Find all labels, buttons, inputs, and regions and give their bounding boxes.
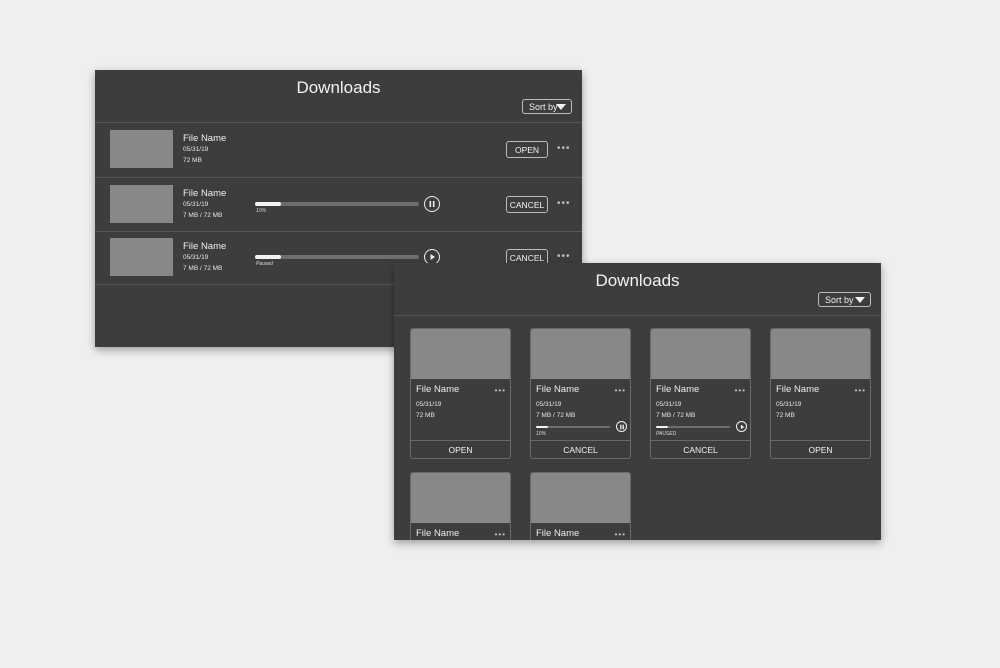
file-name: File Name — [536, 528, 580, 539]
file-date: 05/31/19 — [183, 146, 209, 153]
progress-bar — [656, 426, 730, 428]
download-card: File Name ••• 05/31/19 7 MB / 72 MB 10% … — [530, 328, 631, 459]
sort-by-button[interactable]: Sort by — [818, 292, 871, 307]
more-dots-icon[interactable]: ••• — [495, 531, 506, 539]
progress-label: 10% — [256, 208, 267, 214]
file-name: File Name — [416, 528, 460, 539]
sort-by-button[interactable]: Sort by — [522, 99, 572, 114]
list-item: File Name 05/31/19 72 MB OPEN ••• — [95, 123, 582, 177]
more-dots-icon[interactable]: ••• — [735, 387, 746, 395]
download-card: File Name ••• 05/31/19 72 MB OPEN — [770, 328, 871, 459]
download-card: File Name ••• — [530, 472, 631, 540]
open-button[interactable]: OPEN — [411, 440, 510, 458]
more-dots-icon[interactable]: ••• — [557, 252, 571, 262]
more-dots-icon[interactable]: ••• — [855, 387, 866, 395]
file-name: File Name — [776, 384, 820, 395]
file-size: 7 MB / 72 MB — [183, 212, 223, 219]
file-thumbnail — [531, 329, 630, 379]
file-thumbnail — [651, 329, 750, 379]
progress-bar — [255, 202, 419, 206]
file-size: 72 MB — [776, 412, 795, 419]
page-title: Downloads — [296, 78, 381, 97]
file-name: File Name — [183, 188, 227, 199]
more-dots-icon[interactable]: ••• — [557, 144, 571, 154]
file-name: File Name — [416, 384, 460, 395]
list-item: File Name 05/31/19 7 MB / 72 MB 10% CANC… — [95, 178, 582, 232]
file-date: 05/31/19 — [416, 401, 442, 408]
file-date: 05/31/19 — [183, 254, 209, 261]
cancel-button[interactable]: CANCEL — [651, 440, 750, 458]
file-size: 72 MB — [416, 412, 435, 419]
download-card: File Name ••• 05/31/19 72 MB OPEN — [410, 328, 511, 459]
progress-fill — [255, 255, 282, 259]
progress-bar — [255, 255, 419, 259]
pause-icon[interactable] — [616, 421, 627, 432]
open-button[interactable]: OPEN — [506, 141, 548, 158]
sort-by-label: Sort by — [529, 101, 558, 112]
download-card: File Name ••• 05/31/19 7 MB / 72 MB PAUS… — [650, 328, 751, 459]
file-name: File Name — [183, 133, 227, 144]
sort-by-label: Sort by — [825, 294, 854, 305]
progress-label: PAUSED — [656, 431, 677, 437]
progress-fill — [536, 426, 548, 428]
cancel-button[interactable]: CANCEL — [531, 440, 630, 458]
file-size: 7 MB / 72 MB — [183, 265, 223, 272]
play-icon[interactable] — [736, 421, 747, 432]
file-size: 72 MB — [183, 157, 202, 164]
cancel-button[interactable]: CANCEL — [506, 196, 548, 213]
progress-fill — [255, 202, 282, 206]
file-date: 05/31/19 — [183, 201, 209, 208]
file-size: 7 MB / 72 MB — [536, 412, 576, 419]
file-name: File Name — [656, 384, 700, 395]
more-dots-icon[interactable]: ••• — [615, 531, 626, 539]
progress-bar — [536, 426, 610, 428]
file-date: 05/31/19 — [656, 401, 682, 408]
open-button[interactable]: OPEN — [771, 440, 870, 458]
file-thumbnail — [110, 185, 173, 223]
more-dots-icon[interactable]: ••• — [615, 387, 626, 395]
file-thumbnail — [531, 473, 630, 523]
file-date: 05/31/19 — [776, 401, 802, 408]
file-thumbnail — [411, 473, 510, 523]
progress-label: Paused — [256, 261, 273, 267]
caret-down-icon — [556, 104, 566, 110]
file-thumbnail — [110, 130, 173, 168]
file-date: 05/31/19 — [536, 401, 562, 408]
more-dots-icon[interactable]: ••• — [495, 387, 506, 395]
download-card: File Name ••• — [410, 472, 511, 540]
downloads-grid-panel: Downloads Sort by File Name ••• 05/31/19… — [394, 263, 881, 540]
divider — [394, 315, 881, 316]
file-thumbnail — [771, 329, 870, 379]
file-name: File Name — [536, 384, 580, 395]
pause-icon[interactable] — [424, 196, 440, 212]
page-title: Downloads — [595, 271, 680, 290]
file-name: File Name — [183, 241, 227, 252]
more-dots-icon[interactable]: ••• — [557, 199, 571, 209]
file-thumbnail — [110, 238, 173, 276]
file-size: 7 MB / 72 MB — [656, 412, 696, 419]
file-thumbnail — [411, 329, 510, 379]
progress-fill — [656, 426, 668, 428]
progress-label: 10% — [536, 431, 547, 437]
caret-down-icon — [855, 297, 865, 303]
